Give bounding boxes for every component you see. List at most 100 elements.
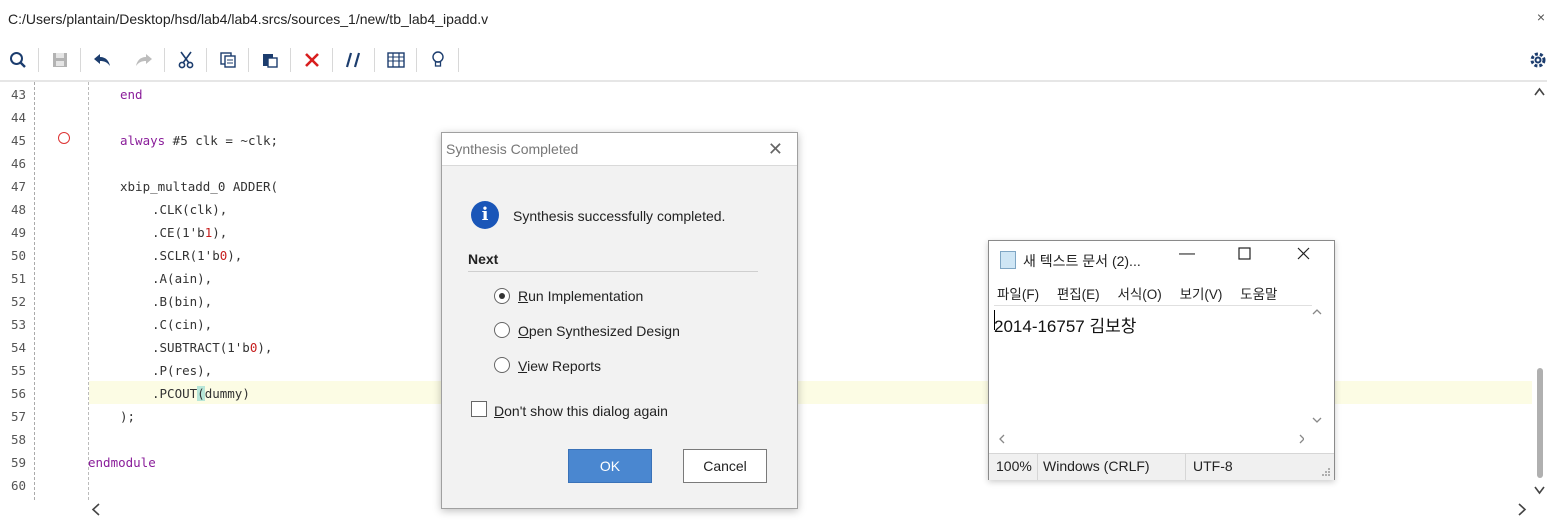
line-number: 51 (10, 271, 26, 286)
radio-label-open-synthesized-design[interactable]: Open Synthesized Design (518, 323, 680, 339)
notepad-content: 2014-16757 김보창 (994, 317, 1137, 336)
code-keyword: end (120, 87, 143, 102)
notepad-window: 새 텍스트 문서 (2)... — 파일(F) 편집(E) 서식(O) 보기(V… (988, 240, 1335, 480)
line-number: 45 (10, 133, 26, 148)
close-icon[interactable]: ✕ (768, 139, 783, 160)
close-icon[interactable]: × (1537, 9, 1545, 25)
scroll-thumb (1537, 368, 1543, 478)
status-divider (1037, 454, 1038, 480)
toolbar-separator (206, 48, 207, 72)
divider (468, 271, 758, 272)
notepad-title: 새 텍스트 문서 (2)... (1023, 253, 1141, 269)
radio-label-view-reports[interactable]: View Reports (518, 358, 601, 374)
scroll-left-icon (91, 503, 100, 516)
toolbar-separator (332, 48, 333, 72)
toolbar-separator (248, 48, 249, 72)
status-divider (1185, 454, 1186, 480)
next-heading: Next (468, 251, 499, 267)
undo-icon[interactable] (91, 49, 113, 71)
horizontal-scrollbar[interactable] (89, 500, 1532, 518)
toolbar-separator (416, 48, 417, 72)
line-number: 55 (10, 363, 26, 378)
radio-label-run-implementation[interactable]: Run Implementation (518, 288, 643, 304)
line-number: 56 (10, 386, 26, 401)
radio-run-implementation[interactable] (494, 288, 510, 304)
bracket-match: ( (197, 386, 205, 401)
line-number: 46 (10, 156, 26, 171)
line-ending: Windows (CRLF) (1043, 458, 1150, 474)
dialog-message: Synthesis successfully completed. (513, 208, 726, 224)
close-icon[interactable] (1297, 247, 1310, 265)
radio-open-synthesized-design[interactable] (494, 322, 510, 338)
code-keyword: endmodule (88, 455, 156, 470)
cancel-button[interactable]: Cancel (683, 449, 767, 483)
notepad-title-bar: 새 텍스트 문서 (2)... — (989, 241, 1334, 277)
code-line: .PCOUT(dummy) (152, 386, 250, 401)
code-line: always #5 clk = ~clk; (120, 133, 278, 148)
columns-icon[interactable] (385, 49, 407, 71)
line-number: 60 (10, 478, 26, 493)
code-keyword: always (120, 133, 166, 148)
breakpoint-marker[interactable] (58, 132, 70, 144)
notepad-text-area[interactable]: 2014-16757 김보창 (994, 305, 1312, 431)
code-line: .C(cin), (152, 317, 213, 332)
notepad-horizontal-scrollbar[interactable] (994, 431, 1305, 447)
menu-edit[interactable]: 편집(E) (1057, 287, 1100, 302)
notepad-icon (1000, 251, 1016, 269)
dont-show-checkbox[interactable] (471, 401, 487, 417)
code-text: .SCLR(1'b (152, 248, 220, 263)
cut-icon[interactable] (175, 49, 197, 71)
notepad-status-bar: 100% Windows (CRLF) UTF-8 (989, 453, 1334, 480)
redo-icon[interactable] (133, 49, 155, 71)
scroll-down-icon (1534, 486, 1545, 495)
code-line: xbip_multadd_0 ADDER( (120, 179, 279, 194)
paste-icon[interactable] (259, 49, 281, 71)
minimize-icon[interactable]: — (1179, 245, 1195, 263)
toolbar-separator (458, 48, 459, 72)
code-line: ); (120, 409, 136, 424)
settings-icon[interactable] (1527, 49, 1547, 71)
line-number: 43 (10, 87, 26, 102)
code-line: .SCLR(1'b0), (152, 248, 242, 263)
save-icon[interactable] (49, 49, 71, 71)
toolbar-separator (80, 48, 81, 72)
toolbar-separator (38, 48, 39, 72)
menu-view[interactable]: 보기(V) (1180, 287, 1223, 302)
code-line: endmodule (88, 455, 156, 470)
toolbar-separator (164, 48, 165, 72)
vertical-scrollbar[interactable] (1532, 82, 1547, 500)
menu-help[interactable]: 도움말 (1240, 287, 1277, 302)
code-text: .PCOUT (152, 386, 198, 401)
synthesis-dialog: Synthesis Completed ✕ i Synthesis succes… (441, 132, 798, 509)
line-number: 49 (10, 225, 26, 240)
copy-icon[interactable] (217, 49, 239, 71)
code-line: .A(ain), (152, 271, 213, 286)
line-number: 58 (10, 432, 26, 447)
ok-button[interactable]: OK (568, 449, 652, 483)
line-number: 53 (10, 317, 26, 332)
resize-grip-icon[interactable] (1321, 467, 1331, 477)
code-line: .CE(1'b1), (152, 225, 227, 240)
notepad-vertical-scrollbar[interactable] (1310, 305, 1324, 430)
toolbar-separator (290, 48, 291, 72)
scroll-right-icon (1518, 503, 1527, 516)
menu-file[interactable]: 파일(F) (997, 287, 1039, 302)
delete-icon[interactable] (301, 49, 323, 71)
menu-format[interactable]: 서식(O) (1117, 287, 1161, 302)
line-number: 48 (10, 202, 26, 217)
code-line: .P(res), (152, 363, 213, 378)
code-text: dummy) (204, 386, 250, 401)
editor-toolbar (0, 40, 1547, 82)
comment-icon[interactable] (343, 49, 365, 71)
line-number: 44 (10, 110, 26, 125)
lightbulb-icon[interactable] (427, 49, 449, 71)
maximize-icon[interactable] (1238, 247, 1251, 265)
radio-view-reports[interactable] (494, 357, 510, 373)
line-number: 47 (10, 179, 26, 194)
scroll-up-icon (1534, 87, 1545, 96)
zoom-level: 100% (996, 458, 1032, 474)
dont-show-label[interactable]: Don't show this dialog again (494, 403, 668, 419)
info-icon: i (471, 201, 499, 229)
line-number: 54 (10, 340, 26, 355)
search-icon[interactable] (7, 49, 29, 71)
